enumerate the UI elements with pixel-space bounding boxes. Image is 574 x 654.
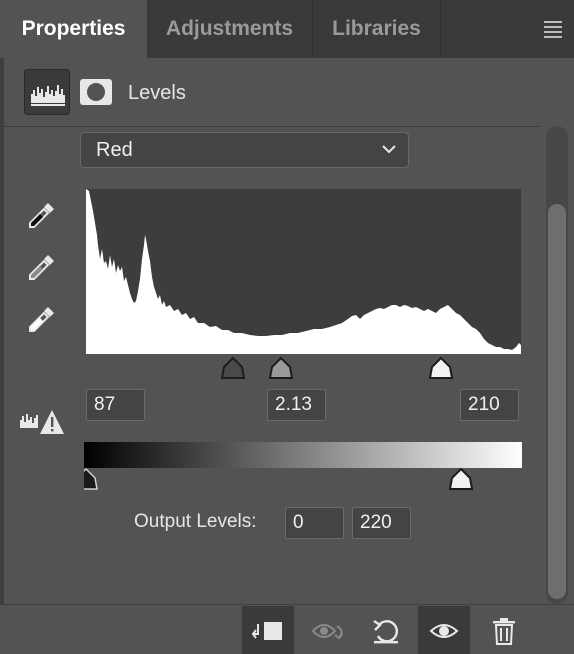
vertical-scrollbar[interactable] bbox=[540, 126, 574, 604]
input-black-handle[interactable] bbox=[220, 356, 246, 379]
clipping-warning-icon[interactable] bbox=[18, 406, 66, 436]
black-point-eyedropper-icon[interactable] bbox=[24, 199, 58, 233]
histogram bbox=[86, 189, 521, 354]
hamburger-menu-icon[interactable] bbox=[540, 18, 566, 40]
scroll-thumb[interactable] bbox=[548, 204, 566, 599]
output-black-handle[interactable] bbox=[84, 468, 98, 490]
view-previous-state-icon[interactable] bbox=[304, 606, 356, 654]
panel-tab-bar: Properties Adjustments Libraries bbox=[0, 0, 574, 58]
output-black-field[interactable]: 0 bbox=[285, 507, 344, 539]
tab-libraries[interactable]: Libraries bbox=[313, 0, 441, 58]
levels-histogram-icon[interactable] bbox=[24, 69, 70, 115]
input-white-handle[interactable] bbox=[428, 356, 454, 379]
input-gamma-field[interactable]: 2.13 bbox=[267, 389, 326, 421]
input-levels-slider[interactable] bbox=[86, 355, 521, 381]
levels-content: Red 87 2.13 210 Output Levels: 0 220 bbox=[4, 127, 540, 604]
channel-select[interactable]: Red bbox=[80, 132, 409, 168]
input-white-field[interactable]: 210 bbox=[460, 389, 519, 421]
reset-icon[interactable] bbox=[360, 606, 412, 654]
output-levels-label: Output Levels: bbox=[134, 511, 257, 532]
channel-select-value: Red bbox=[96, 139, 133, 161]
chevron-down-icon bbox=[382, 145, 396, 154]
input-black-field[interactable]: 87 bbox=[86, 389, 145, 421]
gray-point-eyedropper-icon[interactable] bbox=[24, 251, 58, 285]
output-white-handle[interactable] bbox=[448, 468, 474, 490]
tab-properties[interactable]: Properties bbox=[0, 0, 147, 58]
adjustment-header: Levels bbox=[0, 58, 574, 126]
adjustment-title: Levels bbox=[128, 82, 186, 104]
tab-adjustments[interactable]: Adjustments bbox=[147, 0, 313, 58]
output-gradient-bar bbox=[84, 442, 522, 468]
panel-footer bbox=[0, 604, 574, 654]
output-white-field[interactable]: 220 bbox=[352, 507, 411, 539]
toggle-visibility-icon[interactable] bbox=[418, 606, 470, 654]
input-gamma-handle[interactable] bbox=[268, 356, 294, 379]
layer-mask-icon[interactable] bbox=[80, 79, 112, 105]
output-levels-slider[interactable] bbox=[84, 468, 522, 494]
white-point-eyedropper-icon[interactable] bbox=[24, 303, 58, 337]
clip-to-layer-icon[interactable] bbox=[242, 606, 294, 654]
delete-icon[interactable] bbox=[478, 606, 530, 654]
